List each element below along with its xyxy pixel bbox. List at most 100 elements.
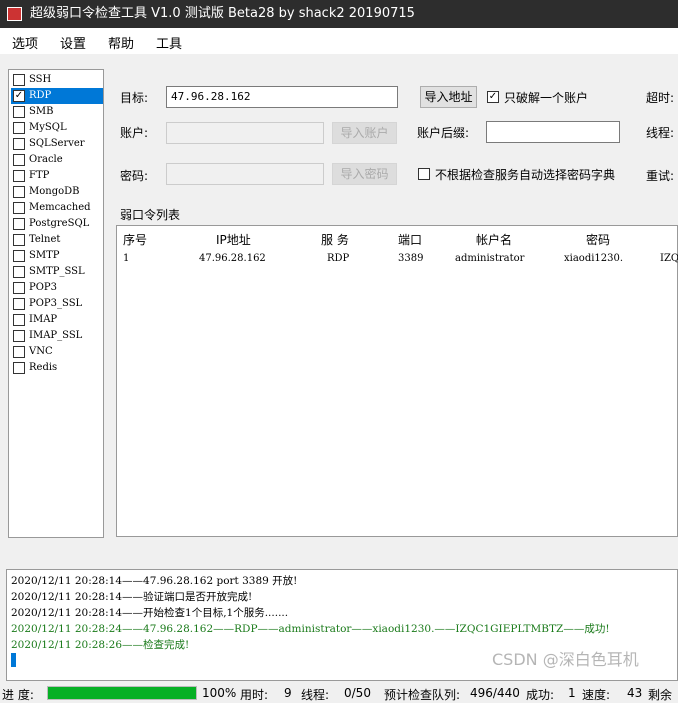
password-input[interactable] bbox=[166, 163, 324, 185]
service-item-postgresql[interactable]: PostgreSQL bbox=[11, 216, 103, 232]
service-checkbox[interactable] bbox=[13, 74, 25, 86]
col-ip: IP地址 bbox=[216, 233, 251, 247]
service-checkbox[interactable] bbox=[13, 234, 25, 246]
service-checkbox[interactable]: ✓ bbox=[13, 90, 25, 102]
service-label: RDP bbox=[29, 90, 52, 101]
window-title: 超级弱口令检查工具 V1.0 测试版 Beta28 by shack2 2019… bbox=[30, 6, 415, 21]
only-one-label: 只破解一个账户 bbox=[504, 91, 589, 105]
service-checkbox[interactable] bbox=[13, 282, 25, 294]
service-item-pop3[interactable]: POP3 bbox=[11, 280, 103, 296]
log-line: 2020/12/11 20:28:24——47.96.28.162——RDP——… bbox=[11, 623, 610, 635]
service-item-redis[interactable]: Redis bbox=[11, 360, 103, 376]
account-label: 账户: bbox=[120, 126, 149, 140]
col-password: 密码 bbox=[586, 233, 611, 247]
service-item-memcached[interactable]: Memcached bbox=[11, 200, 103, 216]
watermark: CSDN @深白色耳机 bbox=[492, 650, 639, 669]
progress-text: 100% bbox=[202, 686, 237, 700]
menu-options[interactable]: 选项 bbox=[12, 33, 38, 52]
cell-account: administrator bbox=[455, 253, 525, 264]
service-label: Oracle bbox=[29, 154, 63, 165]
import-password-button[interactable]: 导入密码 bbox=[332, 163, 397, 185]
service-item-ssh[interactable]: SSH bbox=[11, 72, 103, 88]
service-item-smtp[interactable]: SMTP bbox=[11, 248, 103, 264]
service-list[interactable]: SSH ✓ RDP SMB MySQL SQLServer Oracle FTP MongoDB… bbox=[8, 69, 104, 538]
cell-index: 1 bbox=[123, 253, 130, 264]
threads-status-label: 线程: bbox=[301, 688, 330, 702]
log-line: 2020/12/11 20:28:14——开始检查1个目标,1个服务......… bbox=[11, 607, 289, 619]
service-item-rdp[interactable]: ✓ RDP bbox=[11, 88, 103, 104]
import-address-button[interactable]: 导入地址 bbox=[420, 86, 477, 108]
target-label: 目标: bbox=[120, 91, 149, 105]
text-cursor bbox=[11, 653, 16, 667]
service-item-sqlserver[interactable]: SQLServer bbox=[11, 136, 103, 152]
menu-settings[interactable]: 设置 bbox=[60, 33, 86, 52]
service-item-vnc[interactable]: VNC bbox=[11, 344, 103, 360]
log-line: 2020/12/11 20:28:14——验证端口是否开放完成! bbox=[11, 591, 253, 603]
service-checkbox[interactable] bbox=[13, 138, 25, 150]
service-checkbox[interactable] bbox=[13, 218, 25, 230]
service-checkbox[interactable] bbox=[13, 266, 25, 278]
cell-password: xiaodi1230. bbox=[564, 253, 624, 264]
service-item-ftp[interactable]: FTP bbox=[11, 168, 103, 184]
no-auto-dict-label: 不根据检查服务自动选择密码字典 bbox=[435, 168, 616, 182]
service-item-oracle[interactable]: Oracle bbox=[11, 152, 103, 168]
service-checkbox[interactable] bbox=[13, 298, 25, 310]
service-label: MySQL bbox=[29, 122, 67, 133]
queue-label: 预计检查队列: bbox=[384, 688, 461, 702]
service-checkbox[interactable] bbox=[13, 202, 25, 214]
service-checkbox[interactable] bbox=[13, 186, 25, 198]
service-label: POP3 bbox=[29, 282, 58, 293]
app-icon bbox=[7, 7, 22, 21]
log-line: 2020/12/11 20:28:14——47.96.28.162 port 3… bbox=[11, 575, 298, 587]
cell-service: RDP bbox=[327, 253, 350, 264]
service-item-smb[interactable]: SMB bbox=[11, 104, 103, 120]
progress-bar bbox=[47, 686, 197, 700]
service-checkbox[interactable] bbox=[13, 250, 25, 262]
service-item-imap_ssl[interactable]: IMAP_SSL bbox=[11, 328, 103, 344]
suffix-input[interactable] bbox=[486, 121, 620, 143]
service-label: POP3_SSL bbox=[29, 298, 83, 309]
service-item-mysql[interactable]: MySQL bbox=[11, 120, 103, 136]
threads-label: 线程: bbox=[646, 126, 675, 140]
menu-help[interactable]: 帮助 bbox=[108, 33, 134, 52]
service-item-smtp_ssl[interactable]: SMTP_SSL bbox=[11, 264, 103, 280]
import-account-button[interactable]: 导入账户 bbox=[332, 122, 397, 144]
service-item-mongodb[interactable]: MongoDB bbox=[11, 184, 103, 200]
service-item-pop3_ssl[interactable]: POP3_SSL bbox=[11, 296, 103, 312]
progress-fill bbox=[48, 687, 196, 699]
progress-label: 进 度: bbox=[2, 688, 34, 702]
table-title: 弱口令列表 bbox=[120, 208, 181, 222]
service-label: IMAP_SSL bbox=[29, 330, 83, 341]
col-port: 端口 bbox=[398, 233, 423, 247]
service-checkbox[interactable] bbox=[13, 346, 25, 358]
cell-ip: 47.96.28.162 bbox=[199, 253, 266, 264]
service-checkbox[interactable] bbox=[13, 330, 25, 342]
service-checkbox[interactable] bbox=[13, 362, 25, 374]
service-label: VNC bbox=[29, 346, 53, 357]
menu-tools[interactable]: 工具 bbox=[156, 33, 182, 52]
only-one-checkbox[interactable]: ✓ bbox=[487, 91, 499, 103]
target-input[interactable]: 47.96.28.162 bbox=[166, 86, 398, 108]
service-item-telnet[interactable]: Telnet bbox=[11, 232, 103, 248]
service-checkbox[interactable] bbox=[13, 154, 25, 166]
log-line: 2020/12/11 20:28:26——检查完成! bbox=[11, 639, 190, 651]
weak-password-table[interactable]: 序号 IP地址 服 务 端口 帐户名 密码 1 47.96.28.162 RDP… bbox=[116, 225, 678, 537]
cell-port: 3389 bbox=[398, 253, 424, 264]
password-label: 密码: bbox=[120, 169, 149, 183]
service-label: SMTP bbox=[29, 250, 60, 261]
service-label: SMB bbox=[29, 106, 54, 117]
service-checkbox[interactable] bbox=[13, 314, 25, 326]
time-label: 用时: bbox=[240, 688, 269, 702]
remain-label: 剩余 bbox=[648, 688, 673, 702]
service-item-imap[interactable]: IMAP bbox=[11, 312, 103, 328]
service-checkbox[interactable] bbox=[13, 122, 25, 134]
service-label: IMAP bbox=[29, 314, 58, 325]
queue-value: 496/440 bbox=[470, 686, 520, 700]
service-checkbox[interactable] bbox=[13, 170, 25, 182]
account-input[interactable] bbox=[166, 122, 324, 144]
timeout-label: 超时: bbox=[646, 91, 675, 105]
no-auto-dict-checkbox[interactable] bbox=[418, 168, 430, 180]
title-bar: 超级弱口令检查工具 V1.0 测试版 Beta28 by shack2 2019… bbox=[0, 0, 678, 28]
service-checkbox[interactable] bbox=[13, 106, 25, 118]
service-label: SMTP_SSL bbox=[29, 266, 85, 277]
